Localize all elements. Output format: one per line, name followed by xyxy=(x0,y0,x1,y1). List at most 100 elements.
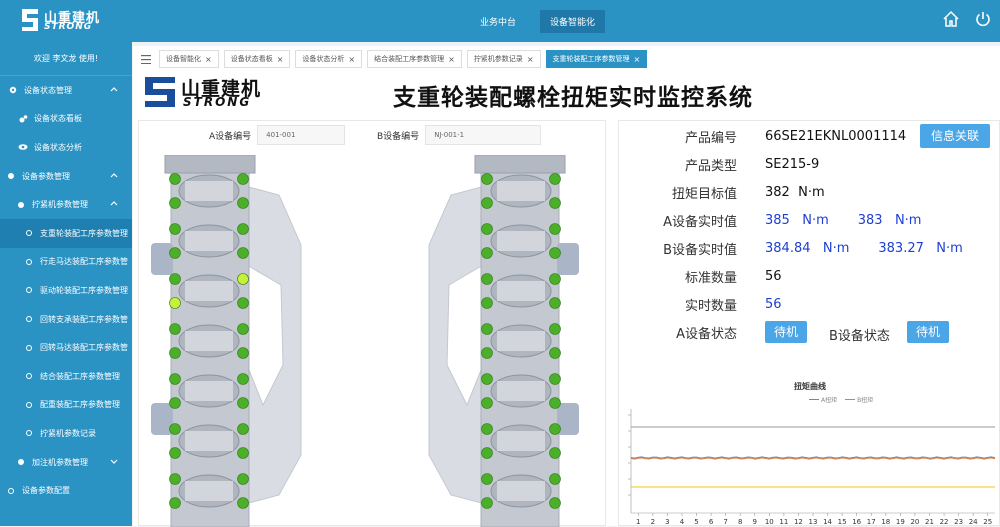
close-icon[interactable]: × xyxy=(348,55,355,64)
bolt-icon xyxy=(481,373,493,385)
tab-label: 设备状态看板 xyxy=(230,55,273,63)
sidebar-item-device-param-mgmt[interactable]: 设备参数管理 xyxy=(0,162,132,191)
tab-label: 支重轮装配工序参数管理 xyxy=(552,55,630,63)
x-tick-label: 16 xyxy=(852,518,861,526)
bolt-icon xyxy=(169,173,181,185)
bolt-icon xyxy=(549,323,561,335)
x-tick-label: 7 xyxy=(723,518,727,526)
logo-text-en: STRONG xyxy=(44,22,93,32)
x-tick-label: 21 xyxy=(925,518,934,526)
b-realtime-value-2: 383.27 xyxy=(878,240,924,256)
bolt-icon xyxy=(481,423,493,435)
product-code-value: 66SE21EKNL0001114 xyxy=(765,128,907,144)
torque-target-value-group: 382 N·m xyxy=(765,185,825,200)
sidebar-item-label: 设备参数管理 xyxy=(22,171,70,181)
tab-tightening-records[interactable]: 拧紧机参数记录 × xyxy=(466,50,541,68)
bolt-icon xyxy=(169,447,181,459)
b-realtime-value-1: 384.84 xyxy=(765,240,811,256)
bolt-icon xyxy=(169,373,181,385)
bolt-icon xyxy=(481,323,493,335)
sidebar-item-label: 驱动轮装配工序参数管理 xyxy=(40,285,128,295)
top-bar: 山重建机 STRONG 业务中台 设备智能化 xyxy=(0,0,1000,42)
close-icon[interactable]: × xyxy=(527,55,534,64)
x-tick-label: 25 xyxy=(983,518,992,526)
tab-status-board[interactable]: 设备状态看板 × xyxy=(223,50,291,68)
tab-device-intelligence[interactable]: 设备智能化 × xyxy=(159,50,219,68)
a-realtime-label: A设备实时值 xyxy=(663,214,737,230)
info-a-status: A设备状态 xyxy=(619,319,737,345)
tab-label: 设备状态分析 xyxy=(302,55,345,63)
close-icon[interactable]: × xyxy=(634,55,641,64)
tab-status-analysis[interactable]: 设备状态分析 × xyxy=(295,50,363,68)
sidebar-item-slewing-motor[interactable]: 回转马达装配工序参数管 xyxy=(0,333,132,362)
sidebar-item-travel-motor[interactable]: 行走马达装配工序参数管 xyxy=(0,248,132,277)
x-tick-label: 19 xyxy=(896,518,905,526)
logo-mark-icon xyxy=(145,77,175,107)
close-icon[interactable]: × xyxy=(448,55,455,64)
info-relate-button[interactable]: 信息关联 xyxy=(920,124,990,148)
device-b-label: B设备编号 xyxy=(377,131,420,142)
nav-device-intelligence[interactable]: 设备智能化 xyxy=(540,9,606,33)
sidebar-item-drive-wheel[interactable]: 驱动轮装配工序参数管理 xyxy=(0,276,132,305)
dot-icon xyxy=(18,459,24,466)
sidebar-item-roller-assembly[interactable]: 支重轮装配工序参数管理 xyxy=(0,218,132,248)
dot-icon xyxy=(18,201,24,208)
power-icon[interactable] xyxy=(974,10,992,28)
sidebar-item-label: 拧紧机参数记录 xyxy=(40,428,96,438)
tab-label: 设备智能化 xyxy=(166,55,201,63)
device-b-input[interactable]: NJ-001-1 xyxy=(425,125,542,145)
frame-side-tab xyxy=(151,243,173,275)
frame-top-bracket xyxy=(474,155,566,174)
sidebar-item-device-param-config[interactable]: 设备参数配置 xyxy=(0,476,132,505)
tab-combined-assembly[interactable]: 结合装配工序参数管理 × xyxy=(367,50,462,68)
bolt-icon xyxy=(549,347,561,359)
roller-hub xyxy=(185,481,233,501)
main-content: 山重建机 STRONG 支重轮装配螺栓扭矩实时监控系统 A设备编号 401-00… xyxy=(133,72,1000,527)
sidebar-item-label: 支重轮装配工序参数管理 xyxy=(40,228,128,238)
top-icons xyxy=(942,10,992,28)
tab-roller-assembly[interactable]: 支重轮装配工序参数管理 × xyxy=(545,50,648,68)
menu-toggle-icon[interactable] xyxy=(133,46,159,72)
sidebar-item-slewing-bearing[interactable]: 回转支承装配工序参数管 xyxy=(0,305,132,334)
x-tick-label: 20 xyxy=(910,518,919,526)
bolt-icon xyxy=(169,323,181,335)
a-status-badge[interactable]: 待机 xyxy=(765,321,807,343)
sidebar-item-status-board[interactable]: 设备状态看板 xyxy=(0,105,132,134)
bolt-icon xyxy=(237,447,249,459)
x-tick-label: 9 xyxy=(753,518,757,526)
x-tick-label: 4 xyxy=(680,518,685,526)
torque-chart: 1 2 3 4 5 6 7 8 9 10 11 12 13 14 15 16 17 18 19 20 21 22 23 24 2… xyxy=(628,409,996,526)
home-icon[interactable] xyxy=(942,10,960,28)
device-a-input[interactable]: 401-001 xyxy=(257,125,346,145)
bolt-icon xyxy=(549,273,561,285)
app-logo[interactable]: 山重建机 STRONG xyxy=(22,7,112,35)
sidebar-item-filler-param-mgmt[interactable]: 加注机参数管理 xyxy=(0,448,132,477)
info-real-count: 实时数量 56 xyxy=(619,291,782,317)
legend-item-a[interactable]: A扭矩 xyxy=(809,395,837,404)
sidebar-item-tightening-records[interactable]: 拧紧机参数记录 xyxy=(0,419,132,448)
x-tick-label: 8 xyxy=(738,518,742,526)
roller-hub xyxy=(185,181,233,201)
bolt-icon xyxy=(481,223,493,235)
welcome-text: 欢迎 李文龙 使用! xyxy=(0,42,132,76)
dot-icon xyxy=(8,173,14,180)
torque-target-label: 扭矩目标值 xyxy=(671,186,737,202)
bolt-icon xyxy=(237,247,249,259)
gear-icon xyxy=(9,87,17,94)
sidebar-item-combined-assembly[interactable]: 结合装配工序参数管理 xyxy=(0,362,132,391)
sidebar-item-counterweight[interactable]: 配重装配工序参数管理 xyxy=(0,391,132,420)
b-status-badge[interactable]: 待机 xyxy=(907,321,949,343)
nav-business-center[interactable]: 业务中台 xyxy=(470,10,526,33)
x-tick-label: 3 xyxy=(665,518,669,526)
close-icon[interactable]: × xyxy=(277,55,284,64)
legend-label-b: B扭矩 xyxy=(857,397,874,404)
page-title: 支重轮装配螺栓扭矩实时监控系统 xyxy=(393,85,753,111)
brand-text-en: STRONG xyxy=(183,95,252,109)
legend-item-b[interactable]: B扭矩 xyxy=(845,395,873,404)
sidebar-item-device-status-mgmt[interactable]: 设备状态管理 xyxy=(0,76,132,105)
x-tick-label: 17 xyxy=(867,518,876,526)
sidebar-item-status-analysis[interactable]: 设备状态分析 xyxy=(0,133,132,162)
sidebar-item-tightening-param-mgmt[interactable]: 拧紧机参数管理 xyxy=(0,190,132,219)
x-tick-label: 2 xyxy=(651,518,655,526)
close-icon[interactable]: × xyxy=(205,55,212,64)
